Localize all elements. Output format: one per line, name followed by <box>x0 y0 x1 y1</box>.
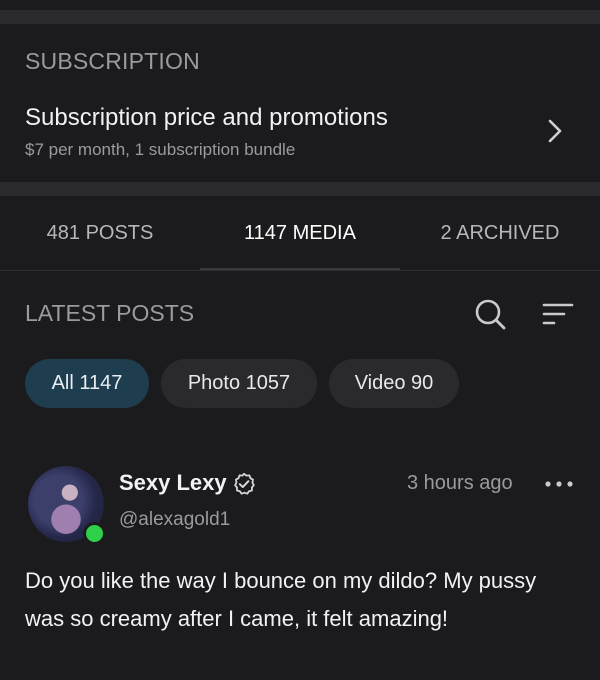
online-status-dot <box>83 522 106 545</box>
subscription-price-row[interactable]: Subscription price and promotions $7 per… <box>0 96 600 174</box>
latest-posts-title: LATEST POSTS <box>25 300 195 326</box>
profile-tabs: 481 POSTS 1147 MEDIA 2 ARCHIVED <box>0 196 600 271</box>
tab-media[interactable]: 1147 MEDIA <box>200 196 400 270</box>
tab-posts[interactable]: 481 POSTS <box>0 196 200 270</box>
search-icon[interactable] <box>472 296 508 332</box>
post-author-handle[interactable]: @alexagold1 <box>119 509 230 531</box>
active-tab-indicator <box>200 268 400 270</box>
subscription-row-description: $7 per month, 1 subscription bundle <box>25 140 296 159</box>
sort-filter-icon[interactable] <box>540 296 576 332</box>
section-divider <box>0 182 600 196</box>
chevron-right-icon <box>548 119 562 143</box>
post-author-name[interactable]: Sexy Lexy <box>119 470 227 496</box>
subscription-section-title: SUBSCRIPTION <box>25 48 200 74</box>
verified-badge-icon <box>234 472 255 495</box>
filter-chip-photo[interactable]: Photo 1057 <box>161 359 317 408</box>
section-divider <box>0 10 600 24</box>
top-strip <box>0 0 600 10</box>
post-timestamp: 3 hours ago <box>407 472 513 494</box>
filter-chip-all[interactable]: All 1147 <box>25 359 149 408</box>
tab-archived[interactable]: 2 ARCHIVED <box>400 196 600 270</box>
more-dots-icon[interactable] <box>543 472 575 496</box>
post-text: Do you like the way I bounce on my dildo… <box>25 568 537 631</box>
filter-chip-video[interactable]: Video 90 <box>329 359 459 408</box>
subscription-row-title: Subscription price and promotions <box>25 104 388 131</box>
